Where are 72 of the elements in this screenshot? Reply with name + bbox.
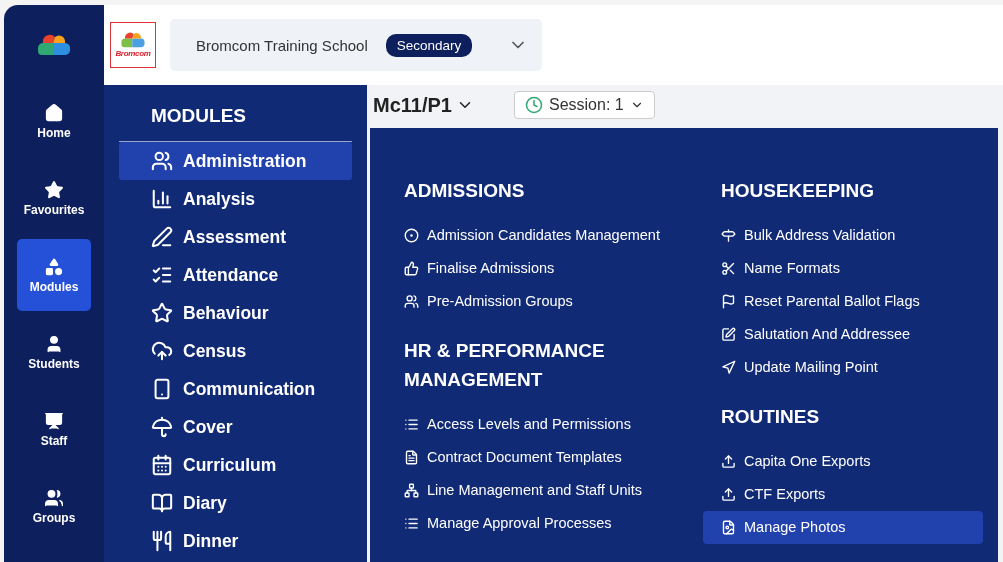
circle-icon [404, 228, 419, 243]
section-heading: ADMISSIONS [404, 179, 526, 203]
bar-chart-icon [151, 188, 173, 210]
rail-item[interactable]: Favourites [17, 162, 91, 234]
menu-item[interactable]: Manage Approval Processes [386, 507, 666, 540]
menu-item[interactable]: Update Mailing Point [703, 351, 983, 384]
module-item[interactable]: Dinner [119, 522, 352, 560]
module-item[interactable]: Census [119, 332, 352, 370]
rail-item[interactable]: Students [17, 316, 91, 388]
class-selector[interactable]: Mc11/P1 [373, 93, 474, 117]
session-selector[interactable]: Session: 1 [513, 91, 655, 119]
hierarchy-icon [404, 483, 419, 498]
cloud-upload-icon [151, 340, 173, 362]
star-icon [151, 302, 173, 324]
section-heading: HOUSEKEEPING [721, 179, 876, 203]
umbrella-icon [151, 416, 173, 438]
book-icon [151, 492, 173, 514]
module-item[interactable]: Curriculum [119, 446, 352, 484]
pen-icon [151, 226, 173, 248]
module-item[interactable]: Administration [119, 142, 352, 180]
menu-item[interactable]: Access Levels and Permissions [386, 408, 666, 441]
shapes-icon [44, 256, 64, 277]
edit-icon [721, 327, 736, 342]
pointer-icon [721, 360, 736, 375]
module-item[interactable]: Cover [119, 408, 352, 446]
image-file-icon [721, 520, 736, 535]
people-icon [44, 487, 64, 508]
rail-item[interactable]: Home [17, 85, 91, 157]
home-icon [44, 102, 64, 123]
presentation-icon [44, 410, 64, 431]
menu-item[interactable]: Name Formats [703, 252, 983, 285]
module-item[interactable]: Diary [119, 484, 352, 522]
star-icon [44, 179, 64, 200]
rail-item[interactable]: Groups [17, 470, 91, 542]
module-item[interactable]: Analysis [119, 180, 352, 218]
menu-item[interactable]: Reset Parental Ballot Flags [703, 285, 983, 318]
phase-badge: Secondary [385, 33, 473, 57]
module-item[interactable]: Behaviour [119, 294, 352, 332]
upload-icon [721, 487, 736, 502]
menu-item[interactable]: Finalise Admissions [386, 252, 666, 285]
thumbs-up-icon [404, 261, 419, 276]
section-heading: ROUTINES [721, 405, 821, 429]
menu-item[interactable]: Contract Document Templates [386, 441, 666, 474]
cloud-logo-icon [36, 34, 72, 56]
menu-item[interactable]: Line Management and Staff Units [386, 474, 666, 507]
menu-item[interactable]: Pre-Admission Groups [386, 285, 666, 318]
list-icon [404, 417, 419, 432]
people-icon [404, 294, 419, 309]
people-icon [151, 150, 173, 172]
calendar-icon [151, 454, 173, 476]
menu-item[interactable]: Manage Photos [703, 511, 983, 544]
rail-item[interactable]: Modules [17, 239, 91, 311]
upload-icon [721, 454, 736, 469]
utensils-icon [151, 530, 173, 552]
menu-item[interactable]: Salutation And Addressee [703, 318, 983, 351]
scissors-icon [721, 261, 736, 276]
menu-item[interactable]: CTF Exports [703, 478, 983, 511]
menu-item[interactable]: Capita One Exports [703, 445, 983, 478]
section-heading: HR & PERFORMANCE MANAGEMENT [404, 339, 606, 392]
list-icon [404, 516, 419, 531]
clock-icon [524, 96, 543, 114]
flag-icon [721, 294, 736, 309]
menu-item[interactable]: Admission Candidates Management [386, 219, 666, 252]
module-item[interactable]: Attendance [119, 256, 352, 294]
school-selector[interactable]: Bromcom Training School Secondary [170, 19, 542, 71]
signpost-icon [721, 228, 736, 243]
module-item[interactable]: Communication [119, 370, 352, 408]
rail-item[interactable]: Staff [17, 393, 91, 465]
document-icon [404, 450, 419, 465]
module-item[interactable]: Assessment [119, 218, 352, 256]
school-logo: Bromcom [110, 22, 156, 68]
menu-item[interactable]: Bulk Address Validation [703, 219, 983, 252]
